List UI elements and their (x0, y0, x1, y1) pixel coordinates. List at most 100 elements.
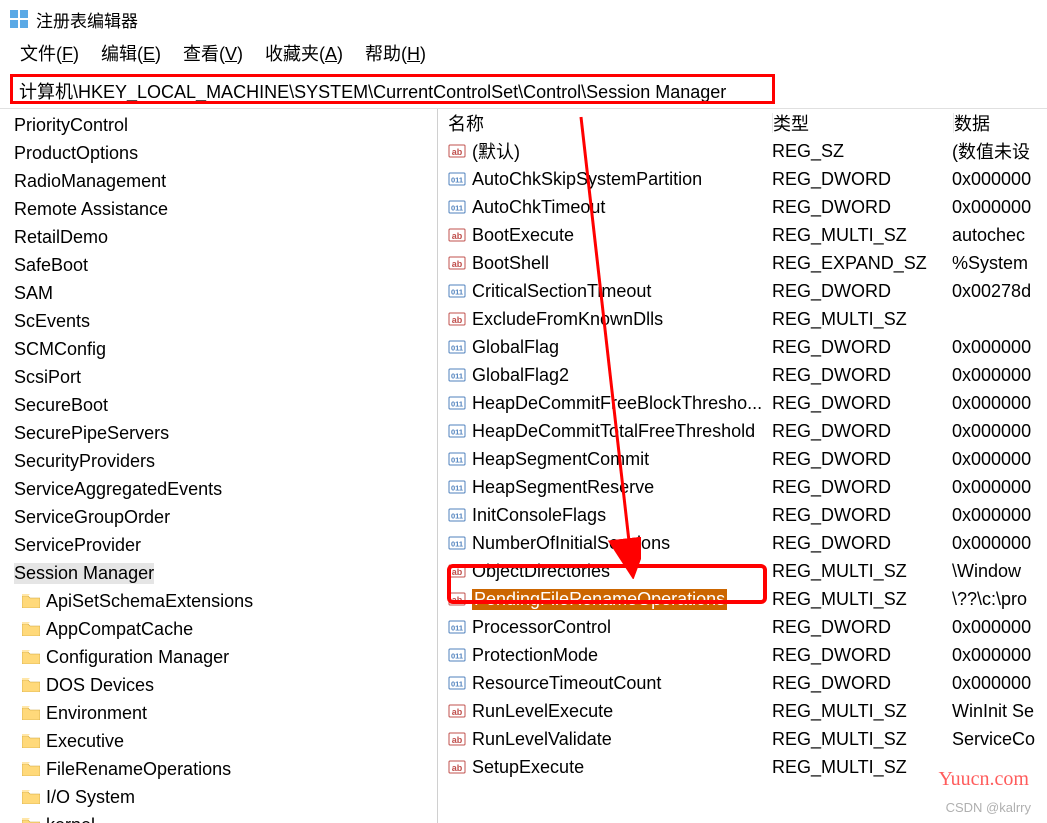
menu-edit[interactable]: 编辑(E) (91, 38, 173, 68)
title-bar: 注册表编辑器 (0, 0, 1047, 34)
tree-item[interactable]: SecureBoot (0, 391, 437, 419)
header-data[interactable]: 数据 (954, 110, 1047, 136)
value-row[interactable]: 011GlobalFlagREG_DWORD0x000000 (438, 333, 1047, 361)
tree-item[interactable]: ScEvents (0, 307, 437, 335)
value-row[interactable]: 011AutoChkTimeoutREG_DWORD0x000000 (438, 193, 1047, 221)
value-data: 0x000000 (952, 337, 1047, 358)
value-row[interactable]: 011NumberOfInitialSessionsREG_DWORD0x000… (438, 529, 1047, 557)
values-pane[interactable]: 名称 类型 数据 ab(默认)REG_SZ(数值未设011AutoChkSkip… (438, 109, 1047, 823)
tree-item[interactable]: SAM (0, 279, 437, 307)
tree-item[interactable]: Session Manager (0, 559, 437, 587)
value-data: autochec (952, 225, 1047, 246)
tree-item[interactable]: SecurityProviders (0, 447, 437, 475)
tree-pane[interactable]: PriorityControlProductOptionsRadioManage… (0, 109, 438, 823)
folder-icon (22, 594, 40, 608)
value-data: 0x000000 (952, 197, 1047, 218)
value-row[interactable]: 011ProtectionModeREG_DWORD0x000000 (438, 641, 1047, 669)
tree-item-label: Environment (46, 703, 147, 724)
value-row[interactable]: abBootShellREG_EXPAND_SZ%System (438, 249, 1047, 277)
value-row[interactable]: 011HeapSegmentReserveREG_DWORD0x000000 (438, 473, 1047, 501)
dword-value-icon: 011 (448, 674, 466, 692)
value-name: HeapDeCommitTotalFreeThreshold (472, 421, 755, 442)
value-data: 0x000000 (952, 477, 1047, 498)
value-row[interactable]: 011ResourceTimeoutCountREG_DWORD0x000000 (438, 669, 1047, 697)
app-icon (10, 10, 28, 28)
tree-item[interactable]: Environment (0, 699, 437, 727)
value-row[interactable]: abPendingFileRenameOperationsREG_MULTI_S… (438, 585, 1047, 613)
menu-help[interactable]: 帮助(H) (355, 38, 438, 68)
tree-item[interactable]: SCMConfig (0, 335, 437, 363)
value-data: %System (952, 253, 1047, 274)
dword-value-icon: 011 (448, 618, 466, 636)
value-type: REG_DWORD (772, 533, 952, 554)
svg-text:011: 011 (451, 372, 463, 381)
tree-item[interactable]: ServiceProvider (0, 531, 437, 559)
value-type: REG_DWORD (772, 421, 952, 442)
value-row[interactable]: 011InitConsoleFlagsREG_DWORD0x000000 (438, 501, 1047, 529)
value-row[interactable]: abBootExecuteREG_MULTI_SZautochec (438, 221, 1047, 249)
value-type: REG_DWORD (772, 365, 952, 386)
header-type[interactable]: 类型 (773, 110, 953, 136)
value-type: REG_MULTI_SZ (772, 225, 952, 246)
menu-file[interactable]: 文件(F) (10, 38, 91, 68)
tree-item-label: SecureBoot (14, 395, 108, 416)
value-name: GlobalFlag2 (472, 365, 569, 386)
value-row[interactable]: abRunLevelExecuteREG_MULTI_SZWinInit Se (438, 697, 1047, 725)
svg-text:011: 011 (451, 624, 463, 633)
tree-item[interactable]: Remote Assistance (0, 195, 437, 223)
value-row[interactable]: 011ProcessorControlREG_DWORD0x000000 (438, 613, 1047, 641)
tree-item[interactable]: PriorityControl (0, 111, 437, 139)
value-row[interactable]: abRunLevelValidateREG_MULTI_SZServiceCo (438, 725, 1047, 753)
string-value-icon: ab (448, 702, 466, 720)
value-type: REG_DWORD (772, 169, 952, 190)
value-row[interactable]: 011HeapSegmentCommitREG_DWORD0x000000 (438, 445, 1047, 473)
svg-text:ab: ab (452, 147, 463, 157)
tree-item[interactable]: ProductOptions (0, 139, 437, 167)
tree-item-label: ScEvents (14, 311, 90, 332)
tree-item[interactable]: kernel (0, 811, 437, 823)
value-type: REG_MULTI_SZ (772, 701, 952, 722)
tree-item[interactable]: I/O System (0, 783, 437, 811)
value-row[interactable]: abExcludeFromKnownDllsREG_MULTI_SZ (438, 305, 1047, 333)
value-type: REG_DWORD (772, 337, 952, 358)
tree-item[interactable]: ServiceGroupOrder (0, 503, 437, 531)
tree-item[interactable]: DOS Devices (0, 671, 437, 699)
value-row[interactable]: 011HeapDeCommitFreeBlockThresho...REG_DW… (438, 389, 1047, 417)
value-row[interactable]: 011AutoChkSkipSystemPartitionREG_DWORD0x… (438, 165, 1047, 193)
string-value-icon: ab (448, 730, 466, 748)
menu-favorites[interactable]: 收藏夹(A) (255, 38, 355, 68)
address-input[interactable]: 计算机\HKEY_LOCAL_MACHINE\SYSTEM\CurrentCon… (10, 74, 775, 104)
value-row[interactable]: abObjectDirectoriesREG_MULTI_SZ\Window (438, 557, 1047, 585)
tree-item[interactable]: ScsiPort (0, 363, 437, 391)
tree-item[interactable]: AppCompatCache (0, 615, 437, 643)
value-row[interactable]: 011CriticalSectionTimeoutREG_DWORD0x0027… (438, 277, 1047, 305)
menu-view[interactable]: 查看(V) (173, 38, 255, 68)
tree-item[interactable]: SafeBoot (0, 251, 437, 279)
tree-item[interactable]: Configuration Manager (0, 643, 437, 671)
tree-item[interactable]: ServiceAggregatedEvents (0, 475, 437, 503)
svg-text:011: 011 (451, 204, 463, 213)
dword-value-icon: 011 (448, 366, 466, 384)
header-name[interactable]: 名称 (438, 110, 772, 136)
svg-text:011: 011 (451, 540, 463, 549)
svg-text:011: 011 (451, 400, 463, 409)
tree-item[interactable]: ApiSetSchemaExtensions (0, 587, 437, 615)
watermark-site: Yuucn.com (938, 768, 1029, 791)
tree-item-label: AppCompatCache (46, 619, 193, 640)
tree-item[interactable]: FileRenameOperations (0, 755, 437, 783)
value-type: REG_MULTI_SZ (772, 729, 952, 750)
folder-icon (22, 622, 40, 636)
value-row[interactable]: 011GlobalFlag2REG_DWORD0x000000 (438, 361, 1047, 389)
svg-text:011: 011 (451, 652, 463, 661)
values-list: ab(默认)REG_SZ(数值未设011AutoChkSkipSystemPar… (438, 137, 1047, 781)
tree-item[interactable]: Executive (0, 727, 437, 755)
tree-item[interactable]: RetailDemo (0, 223, 437, 251)
value-row[interactable]: 011HeapDeCommitTotalFreeThresholdREG_DWO… (438, 417, 1047, 445)
folder-icon (22, 734, 40, 748)
svg-text:011: 011 (451, 512, 463, 521)
tree-item[interactable]: RadioManagement (0, 167, 437, 195)
value-name: ExcludeFromKnownDlls (472, 309, 663, 330)
tree-item[interactable]: SecurePipeServers (0, 419, 437, 447)
value-row[interactable]: ab(默认)REG_SZ(数值未设 (438, 137, 1047, 165)
value-data: 0x000000 (952, 449, 1047, 470)
